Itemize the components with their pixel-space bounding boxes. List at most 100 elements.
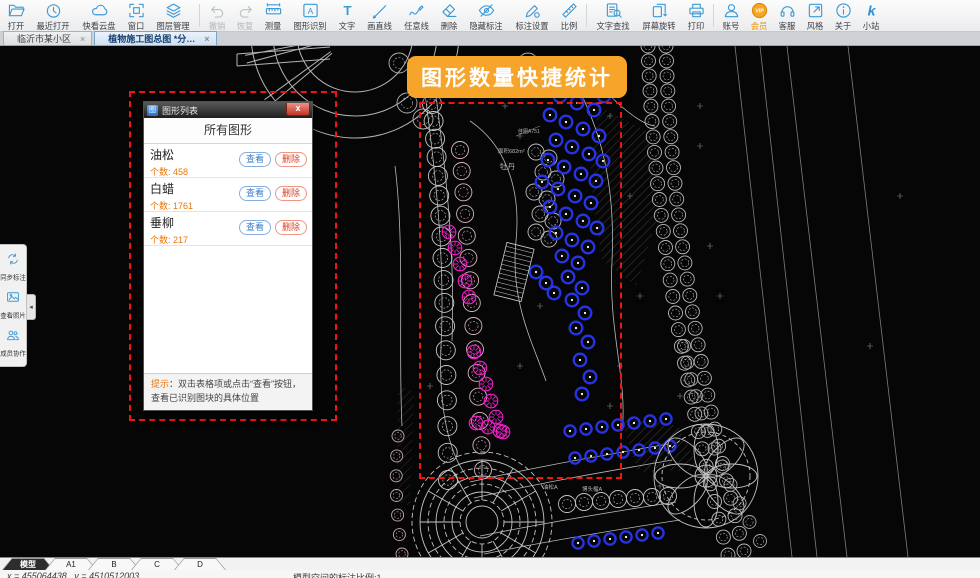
toolbar-button-screen-rotate[interactable]: 屏幕旋转: [636, 0, 682, 31]
toolbar-button-open-folder[interactable]: 打开: [2, 0, 30, 31]
document-tab-1[interactable]: 临沂市某小区 ×: [3, 31, 92, 45]
toolbar-button-text[interactable]: T文字: [333, 0, 361, 31]
toolbar-button-free-line[interactable]: 任意线: [398, 0, 435, 31]
toolbar-button-label: 屏幕旋转: [643, 21, 676, 30]
side-panel-collapse-button[interactable]: ◂: [27, 294, 36, 320]
print-icon: [688, 2, 705, 20]
toolbar-button-label: 快看云盘: [82, 21, 115, 30]
toolbar-button-draw-line[interactable]: 画直线: [361, 0, 398, 31]
toolbar-button-eraser[interactable]: 删除: [435, 0, 463, 31]
delete-button[interactable]: 删除: [275, 186, 307, 201]
tab-close-icon[interactable]: ×: [204, 34, 209, 44]
layout-tab-D[interactable]: D: [174, 558, 226, 570]
toolbar-button-account[interactable]: 账号: [717, 0, 745, 31]
toolbar-button-text-search[interactable]: 文字查找: [590, 0, 636, 31]
annotation-scale: 模型空间的标注比例:1: [293, 571, 382, 578]
toolbar-button-undo[interactable]: 撤销: [203, 0, 231, 31]
toolbar-button-style[interactable]: 风格: [801, 0, 829, 31]
cad-viewer-window: 打开最近打开快看云盘窗口图层管理撤销恢复测量A图形识别T文字画直线任意线删除隐藏…: [0, 0, 980, 578]
toolbar-button-label: 客服: [779, 21, 796, 30]
toolbar-button-label: 比例: [561, 21, 578, 30]
recent-clock-icon: [45, 2, 62, 20]
view-button[interactable]: 查看: [239, 220, 271, 235]
side-panel-item-people[interactable]: 成员协作: [0, 325, 26, 363]
dialog-app-icon: 图: [147, 105, 158, 116]
people-icon: [6, 328, 20, 347]
toolbar-button-label: 测量: [265, 21, 282, 30]
toolbar-button-shape-recognition[interactable]: A 图形识别: [287, 0, 333, 31]
tab-close-icon[interactable]: ×: [80, 34, 85, 44]
dialog-close-button[interactable]: x: [286, 103, 310, 116]
dialog-hint: 提示：双击表格项或点击“查看”按钮，查看已识别图块的具体位置: [144, 373, 312, 410]
view-button[interactable]: 查看: [239, 152, 271, 167]
toolbar-button-layers[interactable]: 图层管理: [150, 0, 196, 31]
toolbar-button-redo[interactable]: 恢复: [231, 0, 259, 31]
toolbar-button-label: 打开: [8, 21, 25, 30]
draw-line-icon: [371, 2, 388, 20]
delete-button[interactable]: 删除: [275, 152, 307, 167]
document-tab-label: 临沂市某小区: [17, 32, 71, 45]
about-icon: [835, 2, 852, 20]
cursor-coordinates: x = 455064438 , y = 4510512003: [7, 571, 139, 578]
side-panel-label: 查看照片: [0, 311, 26, 320]
measure-ruler-icon: [265, 2, 282, 20]
layout-tab-A1[interactable]: A1: [45, 558, 97, 570]
text-icon: T: [339, 2, 356, 20]
account-icon: [723, 2, 740, 20]
hide-annotation-icon: [478, 2, 495, 20]
side-panel-item-sync[interactable]: 同步标注: [0, 249, 26, 287]
toolbar: 打开最近打开快看云盘窗口图层管理撤销恢复测量A图形识别T文字画直线任意线删除隐藏…: [0, 0, 980, 32]
toolbar-button-label: 账号: [723, 21, 740, 30]
toolbar-button-label: 图形识别: [294, 21, 327, 30]
shape-recognition-icon: A: [302, 2, 319, 20]
ksite-icon: k: [863, 2, 880, 20]
svg-text:VIP: VIP: [755, 9, 764, 15]
layout-tab-C[interactable]: C: [131, 558, 183, 570]
toolbar-button-about[interactable]: 关于: [829, 0, 857, 31]
toolbar-button-label: 图层管理: [157, 21, 190, 30]
toolbar-button-label: 恢复: [237, 21, 254, 30]
graphics-list-row[interactable]: 垂柳个数: 217查看删除: [144, 212, 312, 246]
open-folder-icon: [8, 2, 25, 20]
annotation-settings-icon: [524, 2, 541, 20]
delete-button[interactable]: 删除: [275, 220, 307, 235]
toolbar-button-measure-ruler[interactable]: 测量: [259, 0, 287, 31]
undo-icon: [209, 2, 226, 20]
toolbar-button-vip[interactable]: VIP会员: [745, 0, 773, 31]
view-button[interactable]: 查看: [239, 186, 271, 201]
screen-rotate-icon: [651, 2, 668, 20]
toolbar-button-label: 文字: [339, 21, 356, 30]
toolbar-button-label: 风格: [807, 21, 824, 30]
redo-icon: [237, 2, 254, 20]
toolbar-button-scale-ratio[interactable]: 比例: [555, 0, 583, 31]
side-panel-label: 同步标注: [0, 273, 26, 282]
toolbar-button-cloud-disk[interactable]: 快看云盘: [76, 0, 122, 31]
toolbar-button-hide-annotation[interactable]: 隐藏标注: [463, 0, 509, 31]
dialog-titlebar[interactable]: 图 图形列表 x: [144, 102, 312, 118]
toolbar-button-window[interactable]: 窗口: [122, 0, 150, 31]
toolbar-button-label: 隐藏标注: [470, 21, 503, 30]
graphics-list-dialog: 图 图形列表 x 所有图形 油松个数: 458查看删除白蜡个数: 1761查看删…: [143, 101, 313, 411]
document-tab-2[interactable]: 植物施工图总图 *分… ×: [94, 31, 216, 45]
toolbar-button-recent-clock[interactable]: 最近打开: [30, 0, 76, 31]
toolbar-button-print[interactable]: 打印: [682, 0, 710, 31]
window-icon: [128, 2, 145, 20]
side-panel-item-photo[interactable]: 查看照片: [0, 287, 26, 325]
toolbar-button-ksite[interactable]: k小站: [857, 0, 885, 31]
layout-tab-B[interactable]: B: [88, 558, 140, 570]
toolbar-button-annotation-settings[interactable]: 标注设置: [509, 0, 555, 31]
graphics-list-row[interactable]: 油松个数: 458查看删除: [144, 144, 312, 178]
dialog-title: 图形列表: [162, 104, 282, 117]
toolbar-button-headset[interactable]: 客服: [773, 0, 801, 31]
layout-tab-label: D: [175, 559, 225, 570]
toolbar-button-label: 窗口: [128, 21, 145, 30]
svg-text:A: A: [307, 6, 313, 16]
graphics-list-row[interactable]: 白蜡个数: 1761查看删除: [144, 178, 312, 212]
toolbar-button-label: 画直线: [367, 21, 392, 30]
toolbar-button-label: 标注设置: [516, 21, 549, 30]
toolbar-separator: [586, 4, 587, 27]
layout-tab-模型[interactable]: 模型: [2, 558, 54, 570]
scale-ratio-icon: [561, 2, 578, 20]
layout-tab-label: C: [132, 559, 182, 570]
document-tab-label: 植物施工图总图 *分…: [108, 32, 195, 45]
